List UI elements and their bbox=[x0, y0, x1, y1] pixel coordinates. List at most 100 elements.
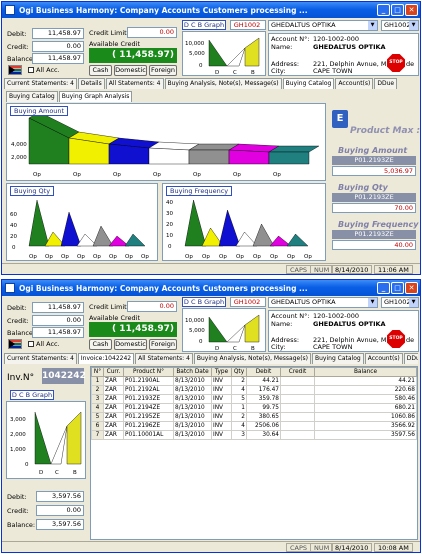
table-cell: 6 bbox=[91, 421, 104, 431]
dcb-graph-button[interactable]: D C B Graph bbox=[10, 390, 54, 400]
table-header-row: N° Curr. Product N° Batch Date Type Qty … bbox=[91, 367, 417, 377]
table-row[interactable]: 2 ZAR P01.2192AL 8/13/2010 INV 4 176.47 220.68 bbox=[91, 385, 417, 395]
table-cell: 8/13/2010 bbox=[173, 376, 212, 386]
col-header-debit[interactable]: Debit bbox=[246, 367, 281, 377]
amount-cat-label: Op bbox=[113, 172, 121, 178]
foreign-button[interactable]: Foreign bbox=[149, 339, 177, 350]
col-header-no[interactable]: N° bbox=[91, 367, 104, 377]
subtab-buying-graph-analysis[interactable]: Buying Graph Analysis bbox=[58, 91, 133, 102]
table-row[interactable]: 5 ZAR P01.2195ZE 8/13/2010 INV 2 380.65 1060.86 bbox=[91, 412, 417, 422]
minimize-icon[interactable]: _ bbox=[377, 282, 390, 294]
chevron-down-icon[interactable]: ▼ bbox=[409, 21, 418, 30]
col-header-product[interactable]: Product N° bbox=[123, 367, 174, 377]
amount-category-labels: Op Op Op Op Op Op Op bbox=[33, 172, 281, 178]
amount-cat-label: Op bbox=[73, 172, 81, 178]
col-header-credit[interactable]: Credit bbox=[280, 367, 315, 377]
tab-ddue[interactable]: DDue bbox=[374, 78, 398, 89]
window-title: Ogi Business Harmony: Company Accounts C… bbox=[19, 283, 308, 293]
dcb-bar-d bbox=[208, 316, 228, 343]
minimize-icon[interactable]: _ bbox=[377, 4, 390, 16]
qty-cat-label: Op bbox=[45, 254, 53, 260]
col-header-curr[interactable]: Curr. bbox=[103, 367, 124, 377]
tab-buying-analysis[interactable]: Buying Analysis, Note(s), Message(s) bbox=[193, 353, 312, 364]
tab-accounts[interactable]: Account(s) bbox=[335, 78, 374, 89]
domestic-button[interactable]: Domestic bbox=[114, 65, 147, 76]
qty-cat-label: Op bbox=[125, 254, 133, 260]
subtab-buying-catalog[interactable]: Buying Catalog bbox=[6, 91, 58, 102]
col-header-batch-date[interactable]: Batch Date bbox=[173, 367, 212, 377]
table-row[interactable]: 6 ZAR P01.2196ZE 8/13/2010 INV 4 2506.06 3566.9… bbox=[91, 421, 417, 431]
status-caps: CAPS bbox=[286, 543, 312, 552]
customer-select[interactable]: GHEDALTUS OPTIKA ▼ bbox=[268, 20, 378, 31]
customer-select-value: GHEDALTUS OPTIKA bbox=[271, 298, 336, 306]
name-label: Name: bbox=[271, 320, 293, 328]
invoice-dcb-chart: 3,000 2,000 1,000 0 D C B bbox=[6, 401, 86, 479]
col-header-type[interactable]: Type bbox=[211, 367, 232, 377]
tab-current-statements[interactable]: Current Statements: 4 bbox=[4, 78, 77, 89]
tab-details[interactable]: Details bbox=[77, 78, 105, 89]
qty-shape bbox=[124, 233, 146, 247]
credit-limit-value: 0.00 bbox=[127, 301, 177, 312]
dcb-mini-chart: 10,000 5,000 0 D C B bbox=[182, 308, 266, 352]
chevron-down-icon[interactable]: ▼ bbox=[368, 21, 377, 30]
available-credit-label: Available Credit bbox=[89, 40, 141, 48]
account-no-value: 120-1002-000 bbox=[313, 35, 360, 43]
checkbox-icon[interactable] bbox=[28, 341, 34, 347]
table-row[interactable]: 3 ZAR P01.2193ZE 8/13/2010 INV 5 359.78 580.46 bbox=[91, 394, 417, 404]
table-cell bbox=[280, 394, 315, 404]
all-accounts-checkbox[interactable]: All Acc. bbox=[28, 66, 60, 74]
col-header-qty[interactable]: Qty bbox=[231, 367, 247, 377]
dcb-mini-chart: 10,000 5,000 0 D C B bbox=[182, 31, 266, 76]
window-title: Ogi Business Harmony: Company Accounts C… bbox=[19, 5, 308, 15]
table-row[interactable]: 7 ZAR P01.10001AL 8/13/2010 INV 3 30.64 3597.56 bbox=[91, 430, 417, 440]
city-value: CAPE TOWN bbox=[313, 67, 353, 75]
country-flag-icon bbox=[8, 339, 22, 349]
table-cell: ZAR bbox=[103, 403, 124, 413]
cash-button[interactable]: Cash bbox=[89, 65, 112, 76]
chevron-down-icon[interactable]: ▼ bbox=[368, 298, 377, 307]
app-icon bbox=[5, 283, 15, 293]
tab-accounts[interactable]: Account(s) bbox=[364, 353, 403, 364]
maximize-icon[interactable]: □ bbox=[391, 4, 404, 16]
account-select[interactable]: GH1002 ▼ bbox=[381, 20, 419, 31]
all-accounts-checkbox[interactable]: All Acc. bbox=[28, 340, 60, 348]
maximize-icon[interactable]: □ bbox=[391, 282, 404, 294]
col-header-balance[interactable]: Balance bbox=[314, 367, 417, 377]
table-cell: 5 bbox=[91, 412, 104, 422]
checkbox-icon[interactable] bbox=[28, 67, 34, 73]
dcb-graph-button[interactable]: D C B Graph bbox=[182, 297, 226, 307]
dcb-cat-label: C bbox=[233, 346, 237, 352]
cash-button[interactable]: Cash bbox=[89, 339, 112, 350]
available-credit-value: ( 11,458.97) bbox=[89, 48, 177, 63]
tab-current-statements[interactable]: Current Statements: 4 bbox=[4, 353, 77, 364]
tab-all-statements[interactable]: All Statements: 4 bbox=[105, 78, 164, 89]
account-select[interactable]: GH1002 ▼ bbox=[381, 297, 419, 308]
freq-axis-tick: 20 bbox=[166, 222, 173, 228]
pm-qty-label: Buying Qty bbox=[338, 183, 388, 192]
dcb-graph-button[interactable]: D C B Graph bbox=[182, 20, 226, 30]
table-row[interactable]: 4 ZAR P01.2194ZE 8/13/2010 INV 1 99.75 680.21 bbox=[91, 403, 417, 413]
inv-dcb-axis-tick: 2,000 bbox=[10, 432, 26, 438]
tab-buying-catalog[interactable]: Buying Catalog bbox=[282, 78, 335, 89]
domestic-button[interactable]: Domestic bbox=[114, 339, 147, 350]
close-icon[interactable]: ✕ bbox=[405, 4, 418, 16]
table-row[interactable]: 1 ZAR P01.2190AL 8/13/2010 INV 2 44.21 44.21 bbox=[91, 376, 417, 386]
chevron-down-icon[interactable]: ▼ bbox=[409, 298, 418, 307]
tab-buying-catalog[interactable]: Buying Catalog bbox=[312, 353, 364, 364]
qty-category-labels: Op Op Op Op Op Op Op Op bbox=[29, 254, 149, 260]
title-bar[interactable]: Ogi Business Harmony: Company Accounts C… bbox=[2, 2, 420, 18]
close-icon[interactable]: ✕ bbox=[405, 282, 418, 294]
tab-invoice[interactable]: Invoice:1042242 bbox=[77, 353, 135, 364]
inv-dcb-bar-b bbox=[66, 411, 82, 465]
customer-select[interactable]: GHEDALTUS OPTIKA ▼ bbox=[268, 297, 378, 308]
dcb-axis-tick: 5,000 bbox=[189, 51, 205, 57]
tab-buying-analysis[interactable]: Buying Analysis, Note(s), Message(s) bbox=[164, 78, 282, 89]
table-cell: 3566.92 bbox=[314, 421, 417, 431]
tab-all-statements[interactable]: All Statements: 4 bbox=[135, 353, 193, 364]
tab-ddue[interactable]: DDue bbox=[403, 353, 418, 364]
foreign-button[interactable]: Foreign bbox=[149, 65, 177, 76]
title-bar[interactable]: Ogi Business Harmony: Company Accounts C… bbox=[2, 280, 420, 296]
qty-shape bbox=[28, 199, 50, 247]
invoice-label: Inv.N° bbox=[7, 373, 35, 383]
all-accounts-label: All Acc. bbox=[36, 66, 60, 74]
